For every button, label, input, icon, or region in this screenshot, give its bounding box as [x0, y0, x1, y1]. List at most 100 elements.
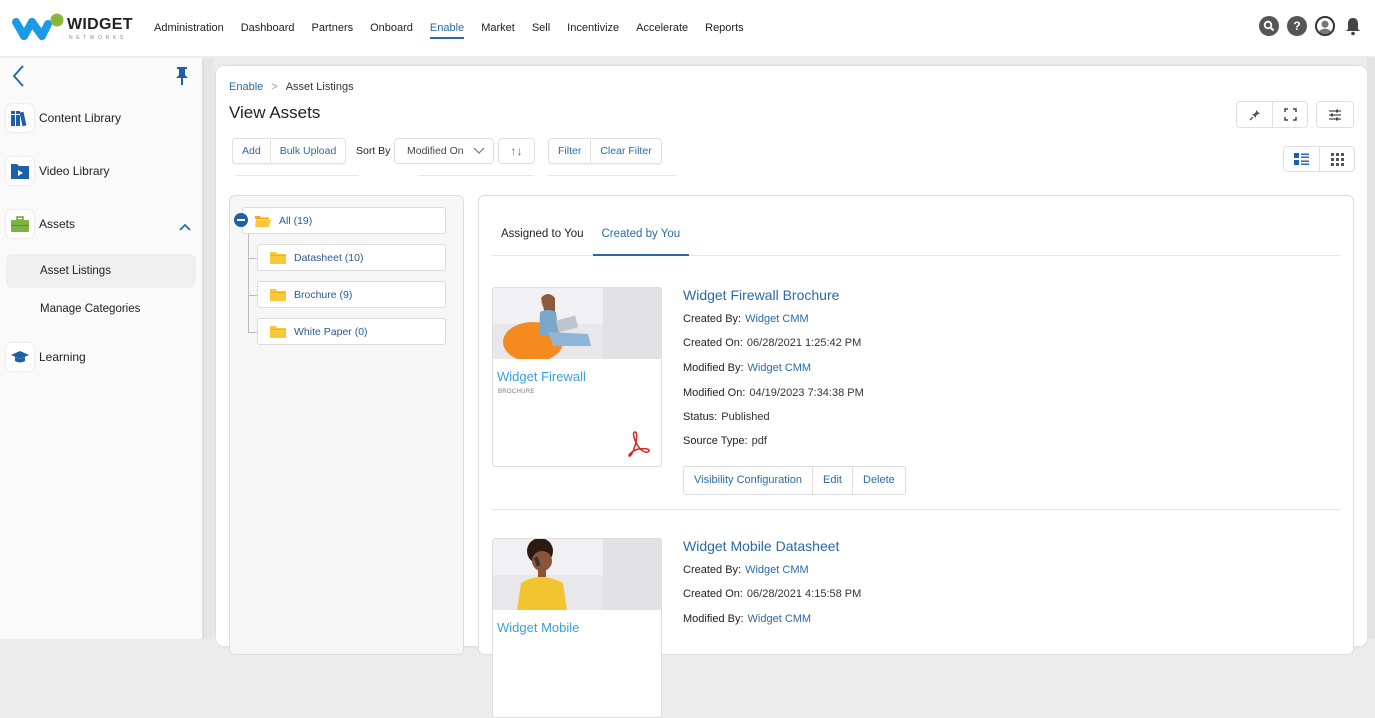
main-nav: Administration Dashboard Partners Onboar…: [154, 0, 761, 56]
tab-created-by-you[interactable]: Created by You: [592, 216, 690, 256]
fullscreen-icon[interactable]: [1272, 102, 1307, 127]
modified-by-link[interactable]: Widget CMM: [748, 613, 812, 625]
thumbnail-subtitle: BROCHURE: [498, 389, 535, 395]
pin-sidebar-icon[interactable]: [174, 66, 190, 86]
nav-incentivize[interactable]: Incentivize: [567, 0, 619, 56]
asset-thumbnail[interactable]: Widget Firewall BROCHURE: [492, 287, 662, 467]
delete-button[interactable]: Delete: [852, 467, 905, 494]
meta-label: Created By:: [683, 564, 742, 576]
breadcrumb: Enable > Asset Listings: [229, 81, 354, 93]
list-view-icon[interactable]: [1284, 147, 1319, 171]
nav-dashboard[interactable]: Dashboard: [241, 0, 295, 56]
asset-title-link[interactable]: Widget Mobile Datasheet: [683, 538, 839, 554]
help-icon[interactable]: ?: [1287, 16, 1307, 36]
tree-node-label: Brochure (9): [294, 288, 353, 301]
nav-reports[interactable]: Reports: [705, 0, 744, 56]
bell-icon[interactable]: [1343, 16, 1363, 36]
nav-market[interactable]: Market: [481, 0, 515, 56]
filter-button-group: Filter Clear Filter: [548, 138, 662, 164]
modified-on-row: Modified On: 04/19/2023 7:34:38 PM: [683, 387, 864, 399]
sidebar: Content Library Video Library Assets Ass…: [0, 58, 203, 639]
meta-label: Source Type:: [683, 435, 748, 447]
nav-sell[interactable]: Sell: [532, 0, 550, 56]
edit-button[interactable]: Edit: [812, 467, 852, 494]
category-tree-panel: All (19) Datasheet (10) Brochure (9) Whi…: [229, 195, 464, 655]
folder-icon: [270, 325, 286, 338]
sort-by-value: Modified On: [407, 145, 464, 157]
add-button-group: Add Bulk Upload: [232, 138, 347, 164]
nav-enable[interactable]: Enable: [429, 0, 465, 56]
meta-label: Modified By:: [683, 613, 744, 625]
tree-node-brochure[interactable]: Brochure (9): [257, 281, 446, 308]
thumbnail-title: Widget Firewall: [497, 369, 586, 384]
collapse-sidebar-chevron-left-icon[interactable]: [10, 64, 28, 88]
asset-thumbnail[interactable]: Widget Mobile: [492, 538, 662, 718]
asset-item: Widget Mobile Widget Mobile Datasheet Cr…: [492, 538, 1340, 718]
folder-icon: [270, 288, 286, 301]
clear-filter-button[interactable]: Clear Filter: [590, 139, 660, 163]
sidebar-item-learning[interactable]: Learning: [6, 342, 86, 372]
breadcrumb-enable-link[interactable]: Enable: [229, 81, 263, 93]
asset-item: Widget Firewall BROCHURE Widget Firewall…: [492, 287, 1340, 497]
nav-partners[interactable]: Partners: [312, 0, 354, 56]
asset-thumbnail-image: [493, 288, 661, 359]
modified-on-value: 04/19/2023 7:34:38 PM: [749, 387, 864, 399]
toolbar-shadow-line: [548, 174, 676, 176]
top-icon-group: ?: [1259, 16, 1363, 36]
meta-label: Created On:: [683, 337, 743, 349]
tree-node-all[interactable]: All (19): [242, 207, 446, 234]
chevron-up-icon[interactable]: [178, 219, 192, 231]
meta-label: Modified On:: [683, 387, 746, 399]
filter-button[interactable]: Filter: [549, 139, 590, 163]
chevron-down-icon: [473, 147, 485, 154]
bulk-upload-button[interactable]: Bulk Upload: [269, 139, 346, 163]
pin-view-icon[interactable]: [1237, 102, 1272, 127]
grid-view-icon[interactable]: [1319, 147, 1354, 171]
page-scrollbar[interactable]: [1367, 58, 1375, 639]
search-icon[interactable]: [1259, 16, 1279, 36]
collapse-minus-icon[interactable]: [234, 213, 248, 227]
sidebar-scrollbar[interactable]: [203, 58, 213, 639]
nav-accelerate[interactable]: Accelerate: [636, 0, 688, 56]
status-row: Status: Published: [683, 411, 770, 423]
person-on-phone-image: [517, 539, 567, 610]
toolbar-shadow-line: [418, 174, 534, 176]
created-by-link[interactable]: Widget CMM: [745, 564, 809, 576]
open-folder-icon: [255, 215, 271, 227]
sidebar-item-content-library[interactable]: Content Library: [6, 103, 121, 133]
breadcrumb-separator-icon: >: [271, 81, 278, 93]
meta-label: Modified By:: [683, 362, 744, 374]
add-button[interactable]: Add: [233, 139, 270, 163]
nav-onboard[interactable]: Onboard: [370, 0, 413, 56]
sidebar-item-label: Learning: [39, 350, 86, 364]
sidebar-subitem-asset-listings[interactable]: Asset Listings: [6, 254, 196, 288]
nav-administration[interactable]: Administration: [154, 0, 224, 56]
sidebar-item-video-library[interactable]: Video Library: [6, 156, 110, 186]
modified-by-link[interactable]: Widget CMM: [748, 362, 812, 374]
sliders-settings-icon[interactable]: [1317, 102, 1353, 127]
logo-mark-icon: [12, 13, 64, 40]
user-avatar-icon[interactable]: [1315, 16, 1335, 36]
modified-by-row: Modified By: Widget CMM: [683, 613, 811, 625]
asset-actions: Visibility Configuration Edit Delete: [683, 466, 906, 495]
breadcrumb-current: Asset Listings: [285, 81, 354, 93]
tree-node-white-paper[interactable]: White Paper (0): [257, 318, 446, 345]
source-type-row: Source Type: pdf: [683, 435, 767, 447]
person-with-laptop-image: [503, 294, 591, 359]
tree-connector: [248, 295, 257, 296]
visibility-configuration-button[interactable]: Visibility Configuration: [684, 467, 812, 494]
sidebar-subitem-manage-categories[interactable]: Manage Categories: [6, 292, 196, 326]
briefcase-icon: [6, 210, 34, 238]
asset-title-link[interactable]: Widget Firewall Brochure: [683, 287, 839, 303]
tree-node-datasheet[interactable]: Datasheet (10): [257, 244, 446, 271]
widget-networks-logo[interactable]: WIDGET NETWORKS: [10, 10, 135, 46]
logo-text: WIDGET: [67, 16, 133, 33]
created-by-link[interactable]: Widget CMM: [745, 313, 809, 325]
books-icon: [6, 104, 34, 132]
tree-node-label: All (19): [279, 214, 313, 227]
tab-assigned-to-you[interactable]: Assigned to You: [492, 216, 593, 255]
sort-direction-toggle[interactable]: ↑↓: [498, 138, 535, 164]
page-title: View Assets: [229, 103, 321, 122]
sidebar-item-assets[interactable]: Assets: [6, 209, 75, 239]
sort-by-select[interactable]: Modified On: [394, 138, 494, 164]
